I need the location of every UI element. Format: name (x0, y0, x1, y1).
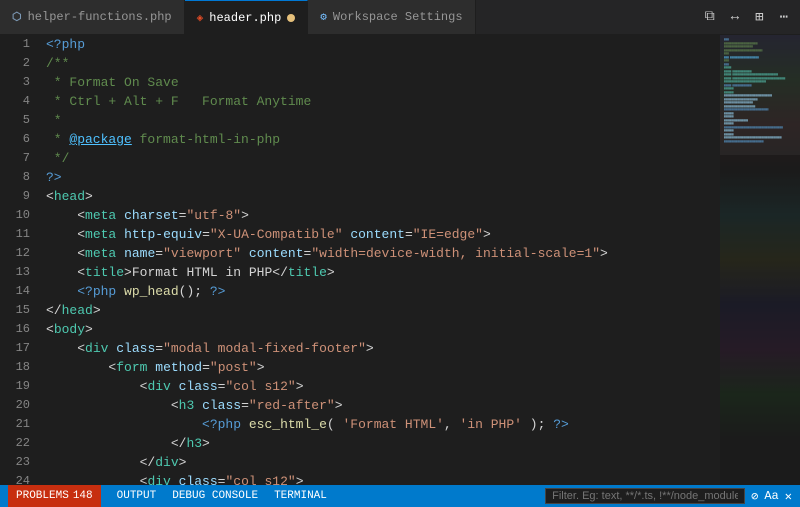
line-num-4: 4 (12, 92, 30, 111)
code-line-19: <div class="modal modal-fixed-footer"> (46, 339, 720, 358)
line-num-9: 9 (12, 187, 30, 206)
line-num-6: 6 (12, 130, 30, 149)
output-tab[interactable]: OUTPUT (117, 490, 157, 502)
toggle-panel-icon[interactable]: ↔ (727, 7, 743, 27)
line-num-15: 15 (12, 301, 30, 320)
line-num-12: 12 (12, 244, 30, 263)
code-line-1: <?php (46, 35, 720, 54)
line-num-20: 20 (12, 396, 30, 415)
minimap-slider[interactable] (720, 35, 800, 155)
problems-label: PROBLEMS (16, 490, 69, 502)
tab-helper-label: helper-functions.php (28, 10, 172, 24)
output-label: OUTPUT (117, 490, 157, 502)
code-line-22: <h3 class="red-after"> (46, 396, 720, 415)
status-bar: PROBLEMS 148 OUTPUT DEBUG CONSOLE TERMIN… (0, 485, 800, 507)
code-line-24: </h3> (46, 434, 720, 453)
code-editor[interactable]: <?php /** * Format On Save * Ctrl + Alt … (38, 35, 720, 485)
tab-header-label: header.php (209, 11, 281, 25)
tab-bar-actions: ⧉ ↔ ⊞ ⋯ (701, 7, 800, 28)
code-line-9: ?> (46, 168, 720, 187)
line-num-10: 10 (12, 206, 30, 225)
code-line-26: <div class="col s12"> (46, 472, 720, 485)
code-line-3: * Format On Save (46, 73, 720, 92)
line-num-13: 13 (12, 263, 30, 282)
line-numbers: 1 2 3 4 5 6 7 8 9 10 11 12 13 14 15 16 1… (0, 35, 38, 485)
editor-area: 1 2 3 4 5 6 7 8 9 10 11 12 13 14 15 16 1… (0, 35, 800, 485)
case-sensitive-icon[interactable]: Aa (764, 489, 778, 503)
filter-input[interactable] (545, 488, 745, 504)
code-line-13: <meta http-equiv="X-UA-Compatible" conte… (46, 225, 720, 244)
tab-workspace-settings[interactable]: ⚙ Workspace Settings (308, 0, 475, 34)
code-line-18: <body> (46, 320, 720, 339)
modified-dot (287, 14, 295, 22)
code-line-2: /** (46, 54, 720, 73)
status-bar-right: ⊘ Aa ✕ (545, 488, 792, 504)
code-line-7: */ (46, 149, 720, 168)
code-line-16: <?php wp_head(); ?> (46, 282, 720, 301)
terminal-tab[interactable]: TERMINAL (274, 490, 327, 502)
code-line-23: <?php esc_html_e( 'Format HTML', 'in PHP… (46, 415, 720, 434)
debug-label: DEBUG CONSOLE (172, 490, 258, 502)
tab-workspace-label: Workspace Settings (333, 10, 463, 24)
code-line-21: <div class="col s12"> (46, 377, 720, 396)
code-line-11: <head> (46, 187, 720, 206)
problems-tab[interactable]: PROBLEMS 148 (8, 485, 101, 507)
code-line-6: * @package format-html-in-php (46, 130, 720, 149)
debug-console-tab[interactable]: DEBUG CONSOLE (172, 490, 258, 502)
line-num-2: 2 (12, 54, 30, 73)
code-line-14: <meta name="viewport" content="width=dev… (46, 244, 720, 263)
line-num-8: 8 (12, 168, 30, 187)
tab-header-php[interactable]: ◈ header.php (185, 0, 309, 34)
php-icon: ⬡ (12, 10, 22, 24)
code-line-17: </head> (46, 301, 720, 320)
line-num-11: 11 (12, 225, 30, 244)
line-num-22: 22 (12, 434, 30, 453)
line-num-14: 14 (12, 282, 30, 301)
split-editor-icon[interactable]: ⧉ (701, 7, 719, 27)
code-line-15: <title>Format HTML in PHP</title> (46, 263, 720, 282)
more-actions-icon[interactable]: ⋯ (776, 7, 792, 28)
code-line-25: </div> (46, 453, 720, 472)
line-num-17: 17 (12, 339, 30, 358)
tab-helper-functions[interactable]: ⬡ helper-functions.php (0, 0, 185, 34)
terminal-label: TERMINAL (274, 490, 327, 502)
line-num-3: 3 (12, 73, 30, 92)
problems-count: 148 (73, 490, 93, 502)
tab-bar: ⬡ helper-functions.php ◈ header.php ⚙ Wo… (0, 0, 800, 35)
settings-icon: ⚙ (320, 10, 327, 24)
line-num-18: 18 (12, 358, 30, 377)
line-num-16: 16 (12, 320, 30, 339)
code-line-20: <form method="post"> (46, 358, 720, 377)
minimap[interactable]: ████ ████████████████████████████ ██████… (720, 35, 800, 485)
filter-icon[interactable]: ⊘ (751, 489, 758, 504)
line-num-23: 23 (12, 453, 30, 472)
line-num-21: 21 (12, 415, 30, 434)
customize-layout-icon[interactable]: ⊞ (751, 7, 767, 28)
html-icon: ◈ (197, 11, 204, 25)
code-line-12: <meta charset="utf-8"> (46, 206, 720, 225)
line-num-24: 24 (12, 472, 30, 485)
close-panel-icon[interactable]: ✕ (785, 489, 792, 504)
code-line-4: * Ctrl + Alt + F Format Anytime (46, 92, 720, 111)
line-num-7: 7 (12, 149, 30, 168)
line-num-1: 1 (12, 35, 30, 54)
code-line-5: * (46, 111, 720, 130)
line-num-19: 19 (12, 377, 30, 396)
line-num-5: 5 (12, 111, 30, 130)
